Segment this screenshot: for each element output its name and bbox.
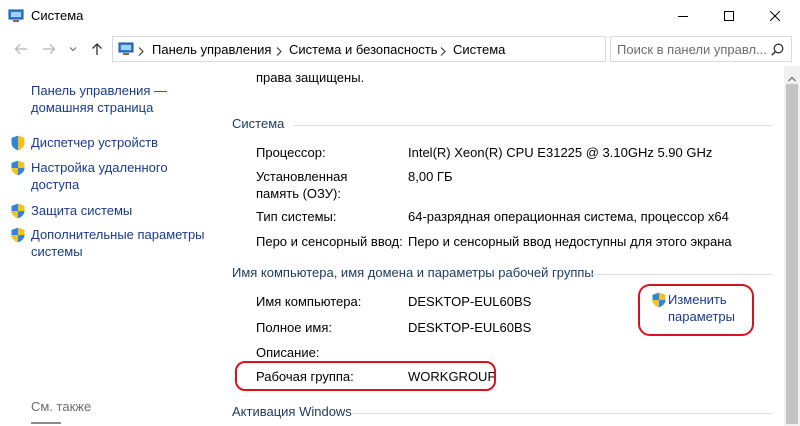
memory-label: Установленная память (ОЗУ): xyxy=(256,169,348,201)
sidebar-item-label: Настройка удаленного доступа xyxy=(31,160,168,192)
scroll-up-icon[interactable] xyxy=(788,70,796,85)
system-type-value: 64-разрядная операционная система, проце… xyxy=(408,209,729,224)
computer-name-label: Имя компьютера: xyxy=(256,294,362,309)
main-content: права защищены. Система Процессор: Intel… xyxy=(216,66,784,426)
sidebar: Панель управления — домашняя страница Ди… xyxy=(0,66,216,426)
sidebar-item-device-manager[interactable]: Диспетчер устройств xyxy=(10,134,211,151)
close-button[interactable] xyxy=(752,0,798,32)
sidebar-item-system-protection[interactable]: Защита системы xyxy=(10,202,211,219)
see-also-heading: См. также xyxy=(31,399,92,414)
forward-button[interactable] xyxy=(40,40,58,58)
up-button[interactable] xyxy=(88,40,106,58)
maximize-button[interactable] xyxy=(706,0,752,32)
section-title-computer-name: Имя компьютера, имя домена и параметры р… xyxy=(232,265,594,280)
back-button[interactable] xyxy=(12,40,30,58)
full-name-label: Полное имя: xyxy=(256,320,332,335)
processor-value: Intel(R) Xeon(R) CPU E31225 @ 3.10GHz 5.… xyxy=(408,145,713,160)
pen-touch-value: Перо и сенсорный ввод недоступны для это… xyxy=(408,234,732,249)
full-name-value: DESKTOP-EUL60BS xyxy=(408,320,532,335)
sidebar-item-remote-settings[interactable]: Настройка удаленного доступа xyxy=(10,159,181,193)
system-type-label: Тип системы: xyxy=(256,209,337,224)
breadcrumb-control-panel[interactable]: Панель управления xyxy=(152,42,271,57)
minimize-button[interactable] xyxy=(660,0,706,32)
chevron-right-icon[interactable] xyxy=(138,44,144,59)
chevron-right-icon[interactable] xyxy=(440,44,446,59)
change-settings-highlight xyxy=(638,284,754,336)
breadcrumb-system-security[interactable]: Система и безопасность xyxy=(289,42,438,57)
control-panel-home-link[interactable]: Панель управления — домашняя страница xyxy=(31,82,201,116)
processor-label: Процессор: xyxy=(256,145,326,160)
uac-shield-icon xyxy=(11,227,25,243)
control-panel-icon xyxy=(118,42,134,60)
address-bar[interactable]: Панель управления Система и безопасность… xyxy=(112,36,710,62)
description-label: Описание: xyxy=(256,345,320,360)
pen-touch-label: Перо и сенсорный ввод: xyxy=(256,234,403,249)
copyright-text: права защищены. xyxy=(256,70,365,85)
memory-value: 8,00 ГБ xyxy=(408,169,453,184)
breadcrumb-system[interactable]: Система xyxy=(453,42,505,57)
sidebar-item-advanced-settings[interactable]: Дополнительные параметры системы xyxy=(10,226,209,260)
section-title-system: Система xyxy=(232,116,285,131)
chevron-right-icon[interactable] xyxy=(276,44,282,59)
computer-name-value: DESKTOP-EUL60BS xyxy=(408,294,532,309)
navigation-bar: Панель управления Система и безопасность… xyxy=(0,32,800,66)
sidebar-item-label: Дополнительные параметры системы xyxy=(31,227,205,259)
window-title: Система xyxy=(31,8,84,23)
search-box[interactable] xyxy=(610,36,792,62)
see-also-clipped-item xyxy=(31,422,71,426)
section-divider xyxy=(352,413,772,414)
search-input[interactable] xyxy=(617,41,767,58)
title-bar: Система xyxy=(0,0,800,32)
scrollbar-thumb[interactable] xyxy=(786,84,798,424)
workgroup-highlight xyxy=(235,361,496,391)
recent-locations-button[interactable] xyxy=(64,40,82,58)
vertical-scrollbar[interactable] xyxy=(784,66,800,426)
section-title-activation: Активация Windows xyxy=(232,404,352,419)
section-divider xyxy=(590,274,772,275)
search-icon[interactable] xyxy=(771,43,784,59)
system-app-icon xyxy=(8,9,24,23)
section-divider xyxy=(294,125,772,126)
uac-shield-icon xyxy=(11,160,25,176)
sidebar-item-label: Защита системы xyxy=(31,203,133,218)
uac-shield-icon xyxy=(11,135,25,151)
sidebar-item-label: Диспетчер устройств xyxy=(31,135,159,150)
uac-shield-icon xyxy=(11,203,25,219)
